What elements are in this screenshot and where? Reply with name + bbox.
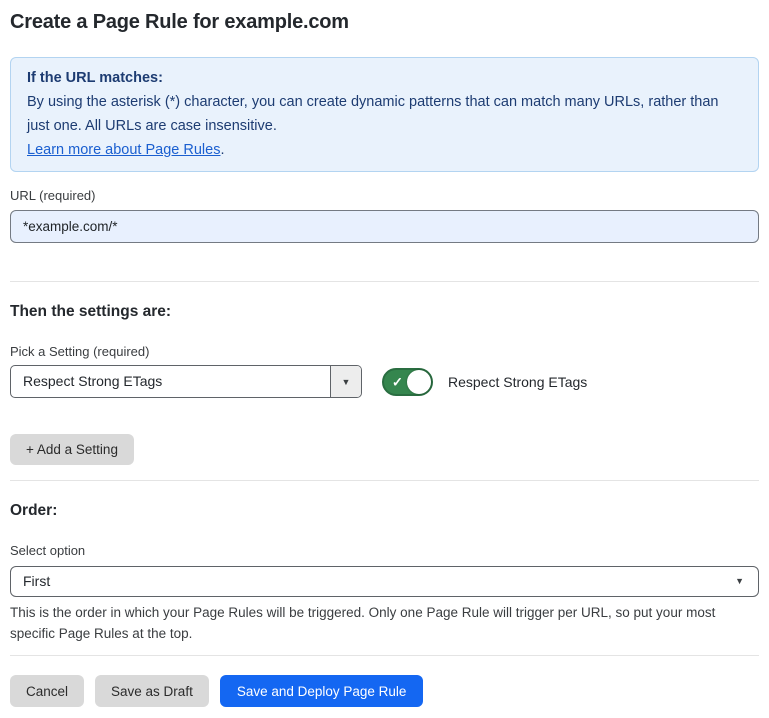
etags-toggle-label: Respect Strong ETags <box>448 374 587 390</box>
settings-section-heading: Then the settings are: <box>10 303 759 321</box>
setting-select-dropdown-button[interactable]: ▼ <box>330 366 361 397</box>
etags-toggle[interactable]: ✓ <box>382 368 433 396</box>
cancel-button[interactable]: Cancel <box>10 675 84 707</box>
save-as-draft-button[interactable]: Save as Draft <box>95 675 209 707</box>
check-icon: ✓ <box>392 375 403 388</box>
order-section-heading: Order: <box>10 502 759 520</box>
divider <box>10 281 759 282</box>
url-input[interactable] <box>10 210 759 243</box>
save-and-deploy-button[interactable]: Save and Deploy Page Rule <box>220 675 424 707</box>
link-suffix-period: . <box>220 142 224 158</box>
page-title: Create a Page Rule for example.com <box>10 10 759 35</box>
learn-more-page-rules-link[interactable]: Learn more about Page Rules <box>27 142 220 158</box>
url-match-info-box: If the URL matches: By using the asteris… <box>10 57 759 172</box>
toggle-knob <box>407 370 431 394</box>
pick-setting-label: Pick a Setting (required) <box>10 344 759 359</box>
setting-row: Respect Strong ETags ▼ ✓ Respect Strong … <box>10 365 759 398</box>
info-box-body: By using the asterisk (*) character, you… <box>27 90 742 138</box>
chevron-down-icon: ▼ <box>735 567 744 596</box>
setting-select-value: Respect Strong ETags <box>11 366 330 397</box>
info-box-link-line: Learn more about Page Rules. <box>27 138 742 162</box>
divider <box>10 655 759 656</box>
order-select[interactable]: First ▼ <box>10 566 759 597</box>
order-helper-text: This is the order in which your Page Rul… <box>10 602 759 644</box>
divider <box>10 480 759 481</box>
setting-select[interactable]: Respect Strong ETags ▼ <box>10 365 362 398</box>
info-box-heading: If the URL matches: <box>27 66 742 90</box>
form-action-buttons: Cancel Save as Draft Save and Deploy Pag… <box>10 675 759 707</box>
chevron-down-icon: ▼ <box>342 377 351 387</box>
url-field-label: URL (required) <box>10 188 759 203</box>
order-select-value: First <box>23 573 50 589</box>
create-page-rule-form: Create a Page Rule for example.com If th… <box>0 0 769 718</box>
add-setting-button[interactable]: + Add a Setting <box>10 434 134 465</box>
order-select-label: Select option <box>10 543 759 558</box>
